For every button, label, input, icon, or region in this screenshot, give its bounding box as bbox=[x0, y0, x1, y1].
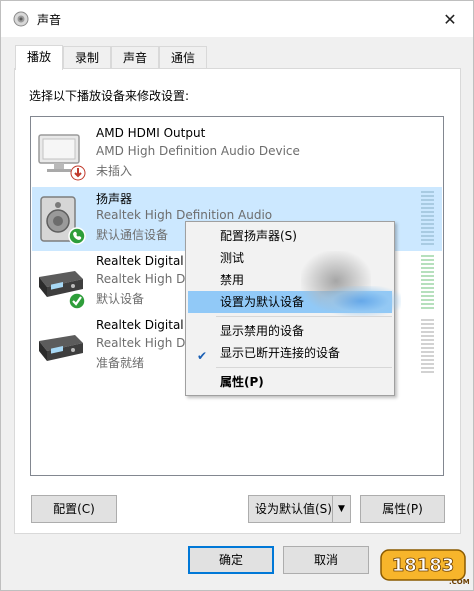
menu-item-show-disconnected[interactable]: ✔ 显示已断开连接的设备 bbox=[188, 342, 392, 364]
volume-meter bbox=[421, 319, 434, 375]
sound-dialog: 声音 ✕ 播放 录制 声音 通信 选择以下播放设备来修改设置: AMD HDMI… bbox=[0, 0, 474, 591]
blur-overlay bbox=[321, 286, 401, 316]
device-status: 准备就绪 bbox=[96, 356, 145, 370]
window-title: 声音 bbox=[37, 13, 62, 27]
device-name: 扬声器 bbox=[96, 192, 133, 206]
instruction-label: 选择以下播放设备来修改设置: bbox=[29, 89, 190, 103]
device-description: Realtek High Definition Audio bbox=[96, 208, 273, 222]
tab-sounds[interactable]: 声音 bbox=[111, 46, 159, 69]
menu-separator bbox=[216, 367, 392, 368]
volume-meter bbox=[421, 191, 434, 247]
device-name: Realtek Digital bbox=[96, 254, 184, 268]
digital-output-icon bbox=[35, 257, 87, 310]
menu-item-show-disabled[interactable]: 显示禁用的设备 bbox=[188, 320, 392, 342]
menu-item-label: 显示已断开连接的设备 bbox=[220, 346, 341, 360]
digital-output-icon bbox=[35, 321, 87, 373]
speaker-app-icon bbox=[13, 11, 29, 27]
list-item[interactable]: AMD HDMI Output AMD High Definition Audi… bbox=[32, 123, 442, 187]
device-description: Realtek High D bbox=[96, 272, 186, 286]
configure-button[interactable]: 配置(C) bbox=[31, 495, 117, 523]
dropdown-arrow-icon[interactable]: ▼ bbox=[332, 496, 350, 522]
device-description: AMD High Definition Audio Device bbox=[96, 144, 300, 158]
device-status: 默认通信设备 bbox=[96, 228, 169, 242]
set-default-split-button[interactable]: 设为默认值(S) ▼ bbox=[248, 495, 351, 523]
device-name: AMD HDMI Output bbox=[96, 126, 206, 140]
check-icon: ✔ bbox=[197, 349, 208, 363]
menu-item-properties[interactable]: 属性(P) bbox=[188, 371, 392, 393]
svg-text:18183: 18183 bbox=[392, 555, 455, 576]
menu-item-configure-speakers[interactable]: 配置扬声器(S) bbox=[188, 225, 392, 247]
device-name: Realtek Digital bbox=[96, 318, 184, 332]
monitor-icon bbox=[35, 129, 87, 181]
tab-playback[interactable]: 播放 bbox=[15, 45, 63, 70]
properties-button[interactable]: 属性(P) bbox=[360, 495, 445, 523]
close-icon: ✕ bbox=[443, 9, 457, 29]
watermark-logo: 18183 .COM bbox=[379, 546, 470, 586]
set-default-label: 设为默认值(S) bbox=[255, 502, 332, 516]
device-description: Realtek High D bbox=[96, 336, 186, 350]
volume-meter bbox=[421, 255, 434, 311]
speaker-icon bbox=[35, 193, 87, 245]
cancel-button[interactable]: 取消 bbox=[283, 546, 369, 574]
tab-communications[interactable]: 通信 bbox=[159, 46, 207, 69]
device-status: 未插入 bbox=[96, 164, 133, 178]
device-status: 默认设备 bbox=[96, 292, 145, 306]
title-bar[interactable]: 声音 ✕ bbox=[1, 1, 473, 37]
ok-button[interactable]: 确定 bbox=[188, 546, 274, 574]
menu-separator bbox=[216, 316, 392, 317]
svg-text:.COM: .COM bbox=[449, 578, 469, 586]
tab-recording[interactable]: 录制 bbox=[63, 46, 111, 69]
close-button[interactable]: ✕ bbox=[427, 1, 473, 37]
